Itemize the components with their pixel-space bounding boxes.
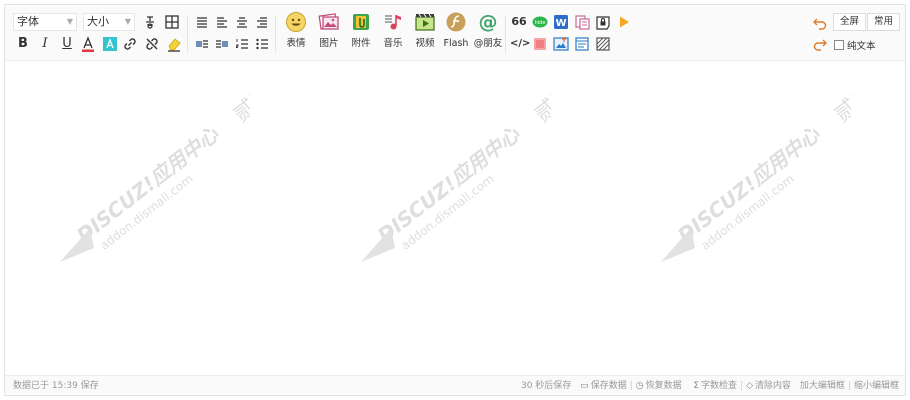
- video-label: 视频: [415, 38, 435, 49]
- watermark-brand: 贰道: [229, 92, 250, 128]
- watermark-brand: 贰道: [830, 92, 851, 128]
- save-status-text: 数据已于 15:39 保存: [13, 381, 99, 391]
- svg-text:hide: hide: [535, 20, 546, 26]
- restore-data-link[interactable]: 恢复数据: [646, 380, 682, 392]
- save-icon: ▭: [580, 381, 589, 391]
- emoji-button[interactable]: 表情: [279, 11, 313, 57]
- watermark-brand: 贰道: [530, 92, 551, 128]
- italic-icon[interactable]: I: [37, 35, 53, 53]
- underline-icon[interactable]: U: [59, 35, 75, 53]
- watermark-line1: DISCUZ!应用中心: [72, 121, 224, 247]
- align-left-icon[interactable]: [213, 13, 231, 31]
- flash-label: Flash: [443, 38, 469, 49]
- clear-icon: ◇: [746, 381, 754, 391]
- font-select-label: 字体: [17, 15, 39, 28]
- align-right-icon[interactable]: [253, 13, 271, 31]
- clear-content-link[interactable]: 清除内容: [755, 380, 791, 392]
- editor-content-area[interactable]: DISCUZ!应用中心 addon.dismall.com 贰道 DISCUZ!…: [5, 62, 905, 374]
- image-button[interactable]: 图片: [312, 11, 346, 57]
- align-center-icon[interactable]: [233, 13, 251, 31]
- float-right-icon[interactable]: [213, 35, 231, 53]
- attachment-button[interactable]: 附件: [344, 11, 378, 57]
- enlarge-editor-link[interactable]: 加大编辑框: [800, 380, 845, 392]
- toolbar-divider: [275, 15, 276, 53]
- redo-icon[interactable]: [811, 35, 829, 53]
- toolbar-divider: [187, 15, 188, 53]
- at-sign-icon: @: [478, 11, 498, 33]
- statusbar-actions: 30 秒后保存 ▭ 保存数据 | ◷ 恢复数据 Σ 字数检查 | ◇ 清除内容 …: [520, 380, 899, 392]
- svg-text:W: W: [555, 18, 566, 29]
- watermark: DISCUZ!应用中心 addon.dismall.com 贰道: [361, 92, 551, 262]
- checkbox-box[interactable]: [834, 40, 844, 50]
- font-size-select[interactable]: 大小 ▼: [83, 13, 135, 31]
- chevron-down-icon: ▼: [124, 17, 131, 26]
- editor: 字体 ▼ 大小 ▼ B I U 表情 图片 附件 音乐 视频 Flash @ @…: [4, 4, 906, 396]
- attachment-icon: [353, 14, 369, 30]
- watermark-line1: DISCUZ!应用中心: [373, 121, 525, 247]
- font-color-icon[interactable]: [79, 35, 97, 53]
- size-select-label: 大小: [87, 15, 109, 28]
- unordered-list-icon[interactable]: [253, 35, 271, 53]
- code-icon[interactable]: </>: [510, 35, 530, 53]
- chevron-down-icon: ▼: [66, 17, 73, 26]
- copy-format-icon[interactable]: [573, 13, 591, 31]
- shrink-editor-link[interactable]: 缩小编辑框: [854, 380, 899, 392]
- eraser-icon[interactable]: [165, 35, 183, 53]
- strikethrough-icon[interactable]: [141, 13, 159, 31]
- save-data-link[interactable]: 保存数据: [591, 380, 627, 392]
- template-icon[interactable]: [573, 35, 591, 53]
- editor-toolbar: 字体 ▼ 大小 ▼ B I U 表情 图片 附件 音乐 视频 Flash @ @…: [5, 5, 905, 61]
- editor-statusbar: 数据已于 15:39 保存 30 秒后保存 ▭ 保存数据 | ◷ 恢复数据 Σ …: [5, 375, 905, 395]
- watermark-line1: DISCUZ!应用中心: [673, 121, 825, 247]
- music-button[interactable]: 音乐: [376, 11, 410, 57]
- restore-icon: ◷: [635, 381, 644, 391]
- align-justify-icon[interactable]: [193, 13, 211, 31]
- background-pattern-icon[interactable]: [594, 35, 612, 53]
- emoji-label: 表情: [286, 38, 306, 49]
- gallery-icon[interactable]: [552, 35, 570, 53]
- flash-button[interactable]: Flash: [439, 11, 473, 57]
- background-color-icon[interactable]: [101, 35, 119, 53]
- bold-icon[interactable]: B: [15, 35, 31, 53]
- flash-icon: [446, 12, 466, 32]
- unlink-icon[interactable]: [143, 35, 161, 53]
- music-label: 音乐: [383, 38, 403, 49]
- word-doc-icon[interactable]: W: [552, 13, 570, 31]
- music-icon: [385, 15, 401, 30]
- plain-text-checkbox[interactable]: 纯文本: [834, 38, 876, 52]
- lock-content-icon[interactable]: [594, 13, 612, 31]
- common-button[interactable]: 常用: [867, 13, 901, 31]
- play-icon[interactable]: [615, 13, 633, 31]
- video-icon: [415, 13, 435, 31]
- font-family-select[interactable]: 字体 ▼: [13, 13, 77, 31]
- word-check-link[interactable]: 字数检查: [701, 380, 737, 392]
- image-label: 图片: [319, 38, 339, 49]
- ordered-list-icon[interactable]: [233, 35, 251, 53]
- undo-icon[interactable]: [811, 14, 829, 32]
- hide-content-icon[interactable]: hide: [531, 13, 549, 31]
- sigma-icon: Σ: [693, 381, 700, 391]
- toolbar-divider: [505, 15, 506, 53]
- watermark: DISCUZ!应用中心 addon.dismall.com 贰道: [661, 92, 851, 262]
- watermark: DISCUZ!应用中心 addon.dismall.com 贰道: [60, 92, 250, 262]
- video-button[interactable]: 视频: [408, 11, 442, 57]
- mention-friend-label: @朋友: [473, 38, 503, 49]
- plain-text-label: 纯文本: [847, 41, 876, 52]
- image-icon: [318, 13, 339, 30]
- smiley-icon: [286, 12, 306, 32]
- spoiler-icon[interactable]: [531, 35, 549, 53]
- mention-friend-button[interactable]: @ @朋友: [471, 11, 505, 57]
- quote-icon[interactable]: 66: [510, 13, 528, 31]
- table-icon[interactable]: [163, 13, 181, 31]
- fullscreen-button[interactable]: 全屏: [833, 13, 867, 31]
- float-left-icon[interactable]: [193, 35, 211, 53]
- attachment-label: 附件: [351, 38, 371, 49]
- autosave-countdown: 30 秒后保存: [520, 381, 572, 391]
- link-icon[interactable]: [121, 35, 139, 53]
